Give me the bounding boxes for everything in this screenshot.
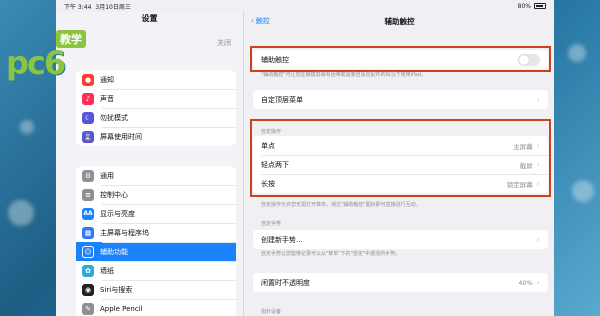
sidebar-item-label: 墙纸: [100, 266, 114, 275]
bokeh-light: [8, 200, 34, 226]
custom-gestures-note: 自定手势让您能够记录可以从"菜单"下的"自定"中激活的手势。: [261, 251, 401, 257]
sidebar-item-control-center[interactable]: ≡ 控制中心: [76, 185, 236, 204]
sidebar-item-label: 声音: [100, 94, 114, 103]
idle-opacity-value: 40%: [518, 278, 533, 287]
sidebar-item-label: 控制中心: [100, 190, 128, 199]
grid-icon: ▦: [82, 226, 94, 239]
ipad-screen: 下午 3:44 3月10日周三 80% 设置 关闭 ● 通知 ♪ 声音 ☾ 勿扰…: [56, 0, 554, 316]
gear-icon: ⚙: [82, 169, 94, 182]
battery-percent: 80%: [517, 2, 531, 10]
bokeh-light: [568, 44, 586, 62]
assistive-touch-note: "辅助触控"可让您在触摸屏幕有困难或需要自适应配件的情况下使用iPad。: [261, 72, 427, 78]
highlight-box: [250, 119, 551, 197]
top-menu-card: 自定顶层菜单 ›: [253, 90, 548, 109]
sidebar-item-do-not-disturb[interactable]: ☾ 勿扰模式: [76, 108, 236, 127]
detail-pane: ‹ 触控 辅助触控 辅助触控 "辅助触控"可让您在触摸屏幕有困难或需要自适应配件…: [245, 12, 554, 316]
chevron-right-icon: ›: [536, 278, 540, 287]
sidebar-item-label: Apple Pencil: [100, 304, 143, 313]
sidebar-item-label: 勿扰模式: [100, 113, 128, 122]
custom-gestures-card: 创建新手势... ›: [253, 230, 548, 249]
sidebar-group-general: ⚙ 通用 ≡ 控制中心 AA 显示与亮度 ▦ 主屏幕与程序坞 ☺ 辅助功能 ✿ …: [76, 166, 236, 316]
sidebar-item-label: Siri与搜索: [100, 285, 133, 294]
sidebar-item-general[interactable]: ⚙ 通用: [76, 166, 236, 185]
logo-tag: 教学: [56, 30, 86, 48]
bokeh-light: [20, 120, 34, 134]
text-size-icon: AA: [82, 207, 94, 220]
sidebar-item-screen-time[interactable]: ⌛ 屏幕使用时间: [76, 127, 236, 146]
create-new-gesture-row[interactable]: 创建新手势... ›: [253, 230, 548, 249]
speaker-icon: ♪: [82, 92, 94, 105]
back-label: 触控: [255, 17, 270, 25]
idle-opacity-row[interactable]: 闲置时不透明度 40% ›: [253, 273, 548, 292]
bokeh-light: [572, 180, 594, 202]
sidebar-item-display[interactable]: AA 显示与亮度: [76, 204, 236, 223]
sidebar-item-label: 通知: [100, 75, 114, 84]
siri-icon: ◉: [82, 283, 94, 296]
battery-icon: [534, 3, 546, 9]
bluetooth-value: 关闭: [217, 39, 231, 47]
sidebar-item-label: 显示与亮度: [100, 209, 135, 218]
idle-opacity-label: 闲置时不透明度: [261, 278, 310, 287]
sidebar-item-apple-pencil[interactable]: ✎ Apple Pencil: [76, 299, 236, 316]
sidebar-item-label: 通用: [100, 171, 114, 180]
status-time: 下午 3:44: [64, 3, 92, 11]
custom-gestures-header: 自定手势: [261, 221, 282, 227]
sidebar-item-label: 辅助功能: [100, 247, 128, 256]
chevron-right-icon: ›: [536, 235, 540, 244]
pointer-devices-header: 指针设备: [261, 309, 282, 315]
status-bar: 下午 3:44 3月10日周三 80%: [56, 0, 554, 12]
logo-brand: pc6: [6, 44, 66, 82]
sidebar-item-accessibility[interactable]: ☺ 辅助功能: [76, 242, 236, 261]
moon-icon: ☾: [82, 111, 94, 124]
chevron-left-icon: ‹: [251, 17, 254, 25]
sidebar-item-sounds[interactable]: ♪ 声音: [76, 89, 236, 108]
sidebar-item-wallpaper[interactable]: ✿ 墙纸: [76, 261, 236, 280]
top-menu-label: 自定顶层菜单: [261, 95, 303, 104]
pc6-logo: pc6 教学: [6, 30, 102, 86]
sidebar-title: 设置: [141, 14, 158, 23]
accessibility-icon: ☺: [82, 245, 94, 258]
idle-opacity-card: 闲置时不透明度 40% ›: [253, 273, 548, 292]
customize-top-menu-row[interactable]: 自定顶层菜单 ›: [253, 90, 548, 109]
sidebar-item-label: 屏幕使用时间: [100, 132, 142, 141]
custom-actions-note: 自定操作允许您无需打开菜单，通过"辅助触控"图标即可直接进行互动。: [261, 202, 421, 208]
switches-icon: ≡: [82, 188, 94, 201]
pencil-icon: ✎: [82, 302, 94, 315]
chevron-right-icon: ›: [536, 95, 540, 104]
sidebar-item-home-screen[interactable]: ▦ 主屏幕与程序坞: [76, 223, 236, 242]
sidebar-item-label: 主屏幕与程序坞: [100, 228, 149, 237]
navigation-bar: ‹ 触控 辅助触控: [245, 12, 554, 30]
back-button[interactable]: ‹ 触控: [245, 16, 270, 26]
status-date: 3月10日周三: [95, 3, 131, 11]
flower-icon: ✿: [82, 264, 94, 277]
page-title: 辅助触控: [384, 16, 415, 26]
hourglass-icon: ⌛: [82, 130, 94, 143]
new-gesture-label: 创建新手势...: [261, 235, 303, 244]
highlight-box: [250, 46, 551, 72]
sidebar-item-siri[interactable]: ◉ Siri与搜索: [76, 280, 236, 299]
